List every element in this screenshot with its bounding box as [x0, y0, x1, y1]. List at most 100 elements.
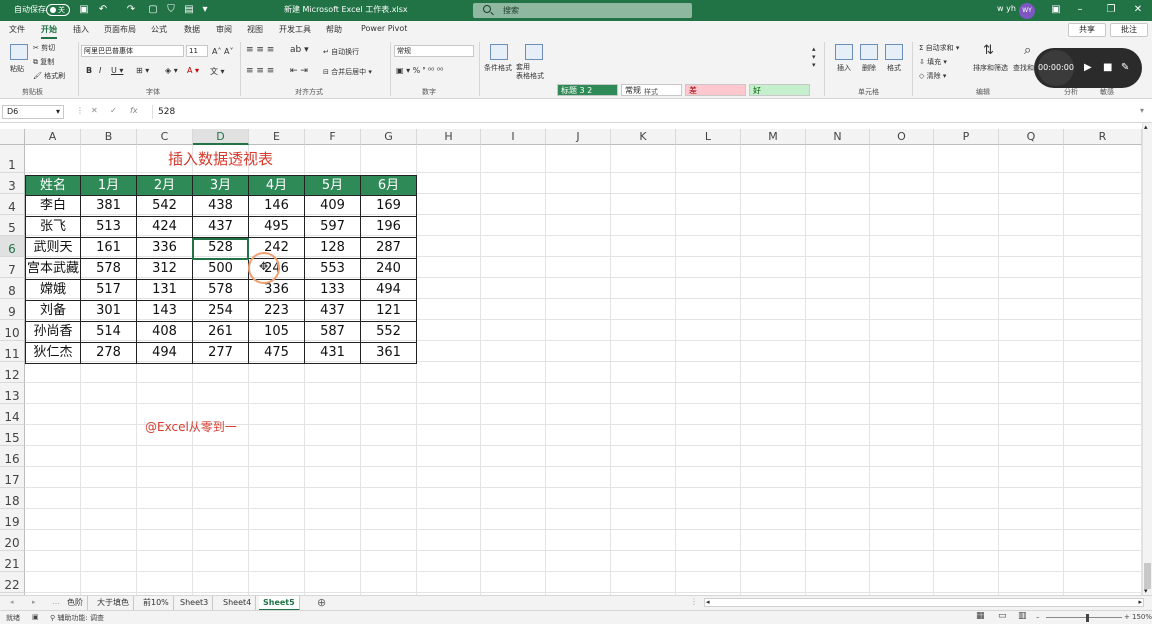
paste-icon[interactable]	[10, 44, 28, 60]
close-icon[interactable]: ✕	[1131, 3, 1145, 17]
table-cell[interactable]: 513	[81, 217, 137, 238]
row-header-13[interactable]: 13	[0, 383, 25, 404]
scroll-up-icon[interactable]: ▴	[1144, 123, 1148, 131]
underline-button[interactable]: U ▾	[111, 66, 123, 75]
format-cells-button[interactable]: 格式	[887, 63, 901, 73]
avatar[interactable]: WY	[1019, 3, 1035, 19]
tab-formulas[interactable]: 公式	[151, 24, 167, 35]
wrap-text-button[interactable]: ↵ 自动换行	[323, 47, 359, 57]
function-icon[interactable]: fx	[130, 106, 138, 115]
currency-icon[interactable]: ▣ ▾ % ❜ ⁰⁰ ⁰⁰	[396, 66, 443, 75]
vertical-scroll-thumb[interactable]	[1144, 563, 1151, 589]
table-cell[interactable]: 240	[361, 259, 417, 280]
tab-help[interactable]: 帮助	[326, 24, 342, 35]
new-file-icon[interactable]: ▢	[146, 3, 160, 17]
autosave-toggle[interactable]: 关	[46, 4, 70, 16]
table-cell[interactable]: 409	[305, 196, 361, 217]
row-header-12[interactable]: 12	[0, 362, 25, 383]
customize-qat-icon[interactable]: ▾	[198, 3, 212, 17]
analysis-button[interactable]: 分析	[1064, 87, 1078, 97]
stop-icon[interactable]: ■	[1103, 62, 1112, 73]
table-cell[interactable]: 514	[81, 322, 137, 343]
zoom-slider[interactable]	[1046, 617, 1122, 618]
table-header-cell[interactable]: 4月	[249, 175, 305, 196]
table-cell[interactable]: 278	[81, 343, 137, 364]
sheet-title-cell[interactable]: 插入数据透视表	[25, 146, 416, 173]
column-header-r[interactable]: R	[1064, 129, 1142, 145]
column-header-k[interactable]: K	[611, 129, 676, 145]
undo-icon[interactable]: ↶	[96, 3, 110, 17]
restore-icon[interactable]: ❐	[1104, 3, 1118, 17]
column-header-f[interactable]: F	[305, 129, 361, 145]
tab-split-icon[interactable]: ⋮	[690, 597, 698, 606]
table-header-cell[interactable]: 1月	[81, 175, 137, 196]
table-cell[interactable]: 嫦娥	[25, 280, 81, 301]
bold-button[interactable]: B	[86, 66, 92, 75]
table-cell[interactable]: 494	[137, 343, 193, 364]
table-cell[interactable]: 169	[361, 196, 417, 217]
table-cell[interactable]: 143	[137, 301, 193, 322]
table-cell[interactable]: 517	[81, 280, 137, 301]
table-header-cell[interactable]: 6月	[361, 175, 417, 196]
table-cell[interactable]: 336	[249, 280, 305, 301]
enter-icon[interactable]: ✓	[110, 106, 117, 115]
more-sheets-icon[interactable]: …	[52, 597, 60, 606]
table-cell[interactable]: 494	[361, 280, 417, 301]
table-cell[interactable]: 587	[305, 322, 361, 343]
table-cell[interactable]: 131	[137, 280, 193, 301]
table-cell[interactable]: 438	[193, 196, 249, 217]
column-header-n[interactable]: N	[806, 129, 870, 145]
table-cell[interactable]: 277	[193, 343, 249, 364]
vertical-scrollbar[interactable]: ▴ ▾	[1142, 123, 1152, 595]
copy-button[interactable]: ⧉ 复制	[33, 57, 54, 67]
table-cell[interactable]: 121	[361, 301, 417, 322]
row-header-19[interactable]: 19	[0, 509, 25, 530]
fill-color-icon[interactable]: ◈ ▾	[165, 66, 178, 75]
column-header-h[interactable]: H	[417, 129, 481, 145]
row-header-22[interactable]: 22	[0, 572, 25, 593]
table-cell[interactable]: 301	[81, 301, 137, 322]
table-cell[interactable]: 312	[137, 259, 193, 280]
macro-record-icon[interactable]: ▣	[32, 613, 39, 621]
row-header-20[interactable]: 20	[0, 530, 25, 551]
ribbon-display-icon[interactable]: ▣	[1049, 3, 1063, 17]
sheet-tab-5[interactable]: Sheet5	[259, 596, 300, 611]
row-header-17[interactable]: 17	[0, 467, 25, 488]
cell-style-option[interactable]: 标题 3 2	[557, 84, 618, 96]
font-color-icon[interactable]: A ▾	[187, 66, 199, 75]
scroll-down-icon[interactable]: ▾	[1144, 587, 1148, 595]
cut-button[interactable]: ✂ 剪切	[33, 43, 55, 53]
filter-icon[interactable]: ⛉	[164, 3, 178, 17]
column-header-c[interactable]: C	[137, 129, 193, 145]
table-cell[interactable]: 408	[137, 322, 193, 343]
column-header-e[interactable]: E	[249, 129, 305, 145]
tab-page-layout[interactable]: 页面布局	[104, 24, 136, 35]
format-as-table-button[interactable]: 套用 表格格式	[516, 63, 544, 81]
table-cell[interactable]: 542	[137, 196, 193, 217]
phonetic-icon[interactable]: 文 ▾	[210, 66, 225, 77]
row-header-5[interactable]: 5	[0, 215, 25, 236]
table-cell[interactable]: 狄仁杰	[25, 343, 81, 364]
page-break-view-icon[interactable]: ▥	[1018, 611, 1027, 621]
row-header-11[interactable]: 11	[0, 341, 25, 362]
sensitivity-button[interactable]: 敏感	[1100, 87, 1114, 97]
row-header-14[interactable]: 14	[0, 404, 25, 425]
table-cell[interactable]: 437	[305, 301, 361, 322]
column-header-d[interactable]: D	[193, 129, 249, 145]
prev-sheet-icon[interactable]: ◂	[10, 598, 14, 606]
tab-home[interactable]: 开始	[41, 24, 57, 39]
column-header-l[interactable]: L	[676, 129, 741, 145]
number-format-select[interactable]: 常规	[394, 45, 474, 57]
border-icon[interactable]: ⊞ ▾	[136, 66, 149, 75]
font-grow-icon[interactable]: A˄ A˅	[212, 47, 234, 56]
table-cell[interactable]: 431	[305, 343, 361, 364]
play-icon[interactable]: ▶	[1084, 62, 1092, 73]
table-cell[interactable]: 381	[81, 196, 137, 217]
scroll-left-icon[interactable]: ◂	[706, 598, 710, 606]
autosum-button[interactable]: Σ 自动求和 ▾	[919, 43, 959, 53]
zoom-in-icon[interactable]: +	[1124, 613, 1130, 621]
font-name-select[interactable]: 阿里巴巴普惠体	[81, 45, 184, 57]
column-header-j[interactable]: J	[546, 129, 611, 145]
conditional-format-icon[interactable]	[490, 44, 508, 60]
zoom-out-icon[interactable]: –	[1036, 613, 1040, 621]
